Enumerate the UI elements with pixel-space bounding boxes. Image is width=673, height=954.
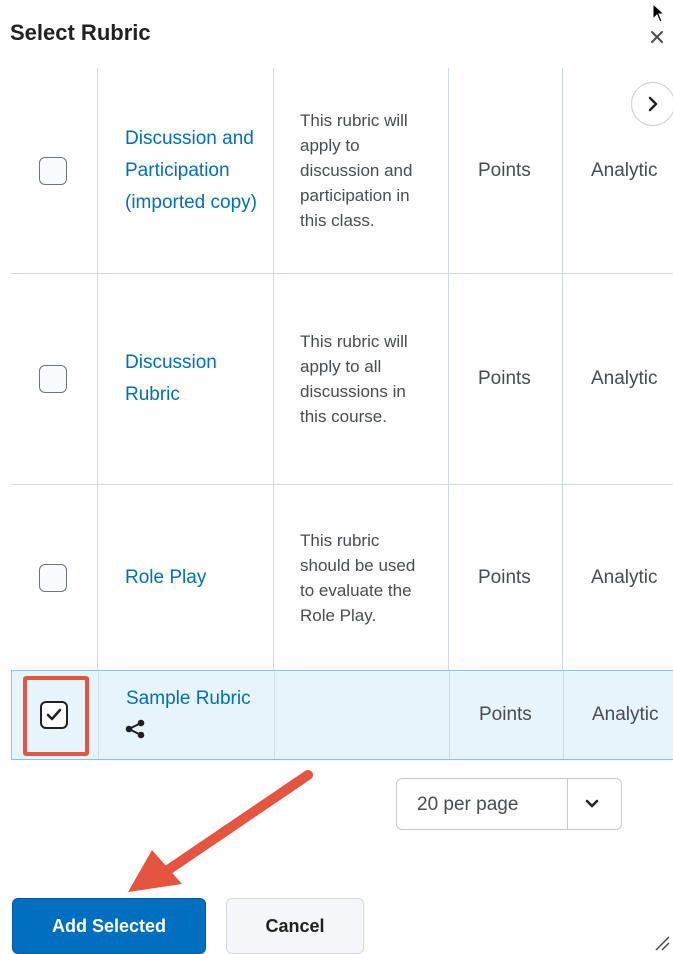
chevron-down-icon [585, 799, 599, 808]
per-page-value: 20 per page [417, 794, 519, 815]
dialog-title: Select Rubric [10, 20, 151, 45]
rubric-type: Analytic [592, 704, 659, 725]
cancel-button[interactable]: Cancel [226, 898, 364, 954]
rubric-name-link[interactable]: Role Play [125, 562, 206, 594]
add-selected-button[interactable]: Add Selected [12, 898, 206, 954]
rubric-name-link[interactable]: Sample Rubric [125, 683, 266, 747]
rubric-scoring: Points [478, 368, 531, 389]
rubric-checkbox[interactable] [39, 365, 67, 393]
rubric-type: Analytic [591, 566, 658, 588]
table-row: Discussion and Participation (imported c… [11, 68, 673, 274]
annotation-highlight-box [23, 676, 89, 756]
close-icon[interactable] [646, 22, 670, 46]
rubric-name-link[interactable]: Discussion and Participation (imported c… [125, 123, 265, 219]
rubric-description: This rubric will apply to all discussion… [300, 332, 408, 426]
rubric-checkbox[interactable] [39, 156, 67, 185]
rubric-type: Analytic [591, 159, 658, 181]
scroll-right-button[interactable] [631, 82, 673, 126]
rubric-type: Analytic [591, 368, 658, 389]
rubric-scoring: Points [478, 566, 531, 588]
rubric-table: Discussion and Participation (imported c… [11, 68, 673, 760]
rubric-scoring: Points [479, 704, 532, 725]
share-icon [125, 719, 145, 739]
per-page-select[interactable]: 20 per page [396, 778, 622, 830]
rubric-description: This rubric should be used to evaluate t… [300, 530, 416, 625]
table-row-selected: Sample Rubric Points Analytic [11, 670, 673, 760]
table-row: Role Play This rubric should be used to … [11, 485, 673, 671]
table-row: Discussion Rubric This rubric will apply… [11, 274, 673, 485]
rubric-scoring: Points [478, 159, 531, 181]
rubric-description: This rubric will apply to discussion and… [300, 111, 413, 230]
chevron-right-icon [648, 96, 658, 112]
rubric-name-link[interactable]: Discussion Rubric [125, 347, 265, 411]
rubric-checkbox[interactable] [39, 563, 67, 592]
resize-handle-icon[interactable] [652, 933, 670, 951]
